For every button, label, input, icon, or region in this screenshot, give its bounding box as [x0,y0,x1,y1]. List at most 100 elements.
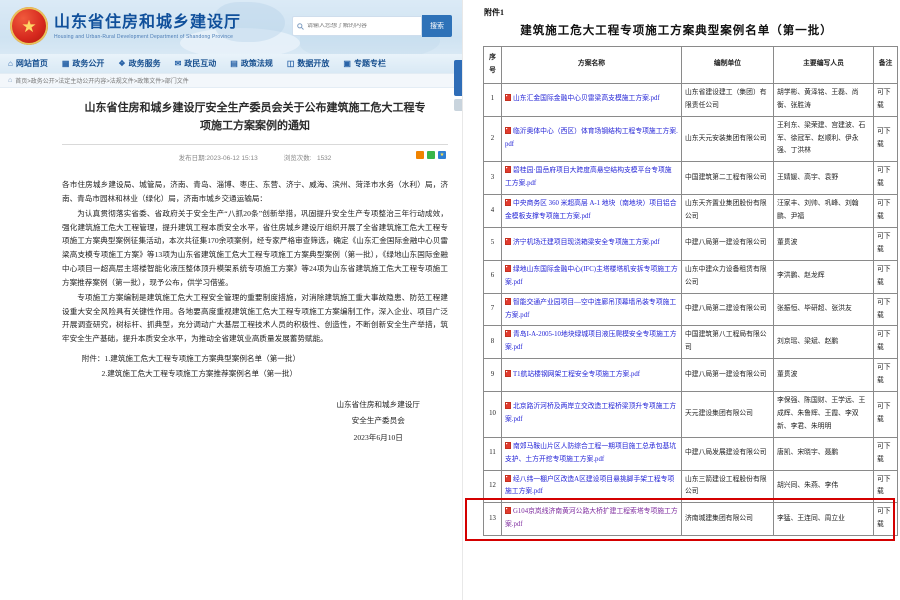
nav-item-interaction[interactable]: ✉政民互动 [175,58,217,69]
nav-item-topics[interactable]: ▣专题专栏 [343,58,386,69]
pdf-file-icon [505,265,511,272]
compiling-unit: 山东省建设建工（集团）有限责任公司 [682,83,774,116]
plan-pdf-link[interactable]: 北京路沂河桥及两岸立交改造工程桥梁顶升专项施工方案.pdf [505,403,676,423]
signature-line: 安全生产委员会 [336,413,420,430]
compiling-unit: 山东中建众力设备租赁有限公司 [682,260,774,293]
grid-icon: ◫ [287,59,295,68]
plan-pdf-link[interactable]: 济宁机场迁建项目现浇箱梁安全专项施工方案.pdf [513,239,660,246]
article-title: 山东省住房和城乡建设厅安全生产委员会关于公布建筑施工危大工程专项施工方案案例的通… [62,100,448,135]
panel-icon: ▣ [343,59,351,68]
nav-item-disclosure[interactable]: ▦政务公开 [62,58,105,69]
plan-pdf-link[interactable]: 智能交通产业园项目—空中连廊吊顶幕墙吊装专项施工方案.pdf [505,299,676,319]
compiling-unit: 济南城建集团有限公司 [682,503,774,536]
row-number: 4 [484,195,502,228]
row-number: 3 [484,162,502,195]
column-header: 序号 [484,47,502,84]
site-header: ★ 山东省住房和城乡建设厅 Housing and Urban-Rural De… [0,0,462,54]
table-row: 9T1航站楼钢网架工程安全专项施工方案.pdf中建八局第一建设有限公司董贯波可下… [484,359,898,392]
compiling-unit: 山东天元安装集团有限公司 [682,116,774,162]
plan-pdf-link[interactable]: T1航站楼钢网架工程安全专项施工方案.pdf [513,371,640,378]
nav-item-data[interactable]: ◫数据开放 [287,58,330,69]
row-number: 10 [484,392,502,438]
plan-pdf-link[interactable]: 绿地山东国际金融中心(IFC)主塔楼塔机安拆专项施工方案.pdf [505,266,678,286]
pdf-file-icon [505,475,511,482]
home-icon: ⌂ [8,59,13,68]
plan-name-cell: 青岛I-A-2005-10地块绿城项目液压爬模安全专项施工方案.pdf [502,326,682,359]
plan-pdf-link[interactable]: 南郊马鞍山片区人防综合工程一期项目施工总承包基坑支护、土方开挖专项施工方案.pd… [505,443,676,463]
download-note: 可下载 [874,162,898,195]
pdf-file-icon [505,94,511,101]
share-icons: ★ [416,151,446,159]
plan-pdf-link[interactable]: 中央商务区 360 米超高层 A-1 地块（南地块）项目铝合金模板支撑专项施工方… [505,200,677,220]
plan-name-cell: 山东汇金国际金融中心贝雷梁高支模施工方案.pdf [502,83,682,116]
authors: 胡兴同、朱燕、李伟 [774,470,874,503]
authors: 李猛、王连同、周立业 [774,503,874,536]
search-field[interactable] [292,16,422,36]
share-favorite-icon[interactable]: ★ [438,151,446,159]
search-button[interactable]: 搜索 [422,15,452,37]
plan-name-cell: T1航站楼钢网架工程安全专项施工方案.pdf [502,359,682,392]
screenshot-canvas: ★ 山东省住房和城乡建设厅 Housing and Urban-Rural De… [0,0,900,600]
main-nav: ⌂网站首页 ▦政务公开 ❖政务服务 ✉政民互动 ▤政策法规 ◫数据开放 ▣专题专栏 [0,54,462,73]
download-note: 可下载 [874,503,898,536]
nav-item-policy[interactable]: ▤政策法规 [230,58,273,69]
building-icon: ▦ [62,59,70,68]
authors: 董贯波 [774,227,874,260]
table-row: 10北京路沂河桥及两岸立交改造工程桥梁顶升专项施工方案.pdf天元建设集团有限公… [484,392,898,438]
nav-item-home[interactable]: ⌂网站首页 [8,58,48,69]
floating-toolbar-secondary[interactable] [454,99,462,111]
article-paragraph: 各市住房城乡建设局、城管局，济南、青岛、淄博、枣庄、东营、济宁、威海、滨州、菏泽… [62,178,448,206]
attachment-document: 附件1 建筑施工危大工程专项施工方案典型案例名单（第一批） 序号方案名称编制单位… [462,0,900,600]
download-note: 可下载 [874,293,898,326]
plan-pdf-link[interactable]: 碧桂园·国岳府项目大跨度高悬空结构支模平台专项施工方案.pdf [505,167,672,187]
signature-block: 山东省住房和城乡建设厅安全生产委员会2023年6月10日 [62,397,448,447]
search-icon [297,23,304,30]
nav-item-label: 政务公开 [72,58,104,69]
search-input[interactable] [307,23,417,29]
compiling-unit: 中建八局第一建设有限公司 [682,359,774,392]
site-title: 山东省住房和城乡建设厅 [54,8,241,32]
mail-icon: ✉ [175,59,182,68]
case-list-table: 序号方案名称编制单位主要编写人员备注1山东汇金国际金融中心贝雷梁高支模施工方案.… [483,46,898,536]
authors: 王利东、梁荣建、宫建波、石军、徐冠军、赵顺利、伊永强、丁洪林 [774,116,874,162]
portal-page: ★ 山东省住房和城乡建设厅 Housing and Urban-Rural De… [0,0,462,600]
share-wechat-icon[interactable] [427,151,435,159]
download-note: 可下载 [874,359,898,392]
plan-pdf-link[interactable]: 青岛I-A-2005-10地块绿城项目液压爬模安全专项施工方案.pdf [505,331,677,351]
attachment-link-1[interactable]: 附件：1.建筑施工危大工程专项施工方案典型案例名单（第一批） [62,352,448,366]
download-note: 可下载 [874,227,898,260]
floating-toolbar[interactable] [454,60,462,96]
nav-item-label: 网站首页 [16,58,48,69]
badge-icon: ❖ [118,59,125,68]
article-meta: 发布日期:2023-06-12 15:13 浏览次数: 1532 ★ [62,145,448,172]
row-number: 6 [484,260,502,293]
compiling-unit: 山东天齐置业集团股份有限公司 [682,195,774,228]
authors: 胡学彬、黄泽铭、王磊、尚衡、张胜涛 [774,83,874,116]
plan-pdf-link[interactable]: G104京岚线济南黄河公路大桥扩建工程索塔专项施工方案.pdf [505,508,678,528]
publish-date: 发布日期:2023-06-12 15:13 [179,152,258,162]
pdf-file-icon [505,370,511,377]
table-row: 12经八纬一棚户区改造A区建设项目悬挑脚手架工程专项施工方案.pdf山东三箭建设… [484,470,898,503]
row-number: 2 [484,116,502,162]
plan-name-cell: G104京岚线济南黄河公路大桥扩建工程索塔专项施工方案.pdf [502,503,682,536]
plan-name-cell: 中央商务区 360 米超高层 A-1 地块（南地块）项目铝合金模板支撑专项施工方… [502,195,682,228]
table-row: 6绿地山东国际金融中心(IFC)主塔楼塔机安拆专项施工方案.pdf山东中建众力设… [484,260,898,293]
download-note: 可下载 [874,260,898,293]
nav-item-label: 数据开放 [297,58,329,69]
national-emblem-logo: ★ [10,7,48,45]
authors: 汪家丰、刘帅、巩峰、刘翰鹏、尹福 [774,195,874,228]
row-number: 5 [484,227,502,260]
plan-name-cell: 绿地山东国际金融中心(IFC)主塔楼塔机安拆专项施工方案.pdf [502,260,682,293]
attachment-link-2[interactable]: 2.建筑施工危大工程专项施工方案推荐案例名单（第一批） [102,367,448,381]
share-weibo-icon[interactable] [416,151,424,159]
breadcrumb[interactable]: ⌂ 首页>政务公开>法定主动公开内容>法规文件>政策文件>部门文件 [0,73,462,88]
table-header-row: 序号方案名称编制单位主要编写人员备注 [484,47,898,84]
table-row: 13G104京岚线济南黄河公路大桥扩建工程索塔专项施工方案.pdf济南城建集团有… [484,503,898,536]
row-number: 12 [484,470,502,503]
attachment-label: 附件1 [484,7,504,18]
plan-pdf-link[interactable]: 临沂奥体中心（西区）体育场钢结构工程专项施工方案.pdf [505,128,678,148]
nav-item-services[interactable]: ❖政务服务 [118,58,160,69]
pdf-file-icon [505,127,511,134]
plan-pdf-link[interactable]: 经八纬一棚户区改造A区建设项目悬挑脚手架工程专项施工方案.pdf [505,476,674,496]
plan-pdf-link[interactable]: 山东汇金国际金融中心贝雷梁高支模施工方案.pdf [513,95,660,102]
